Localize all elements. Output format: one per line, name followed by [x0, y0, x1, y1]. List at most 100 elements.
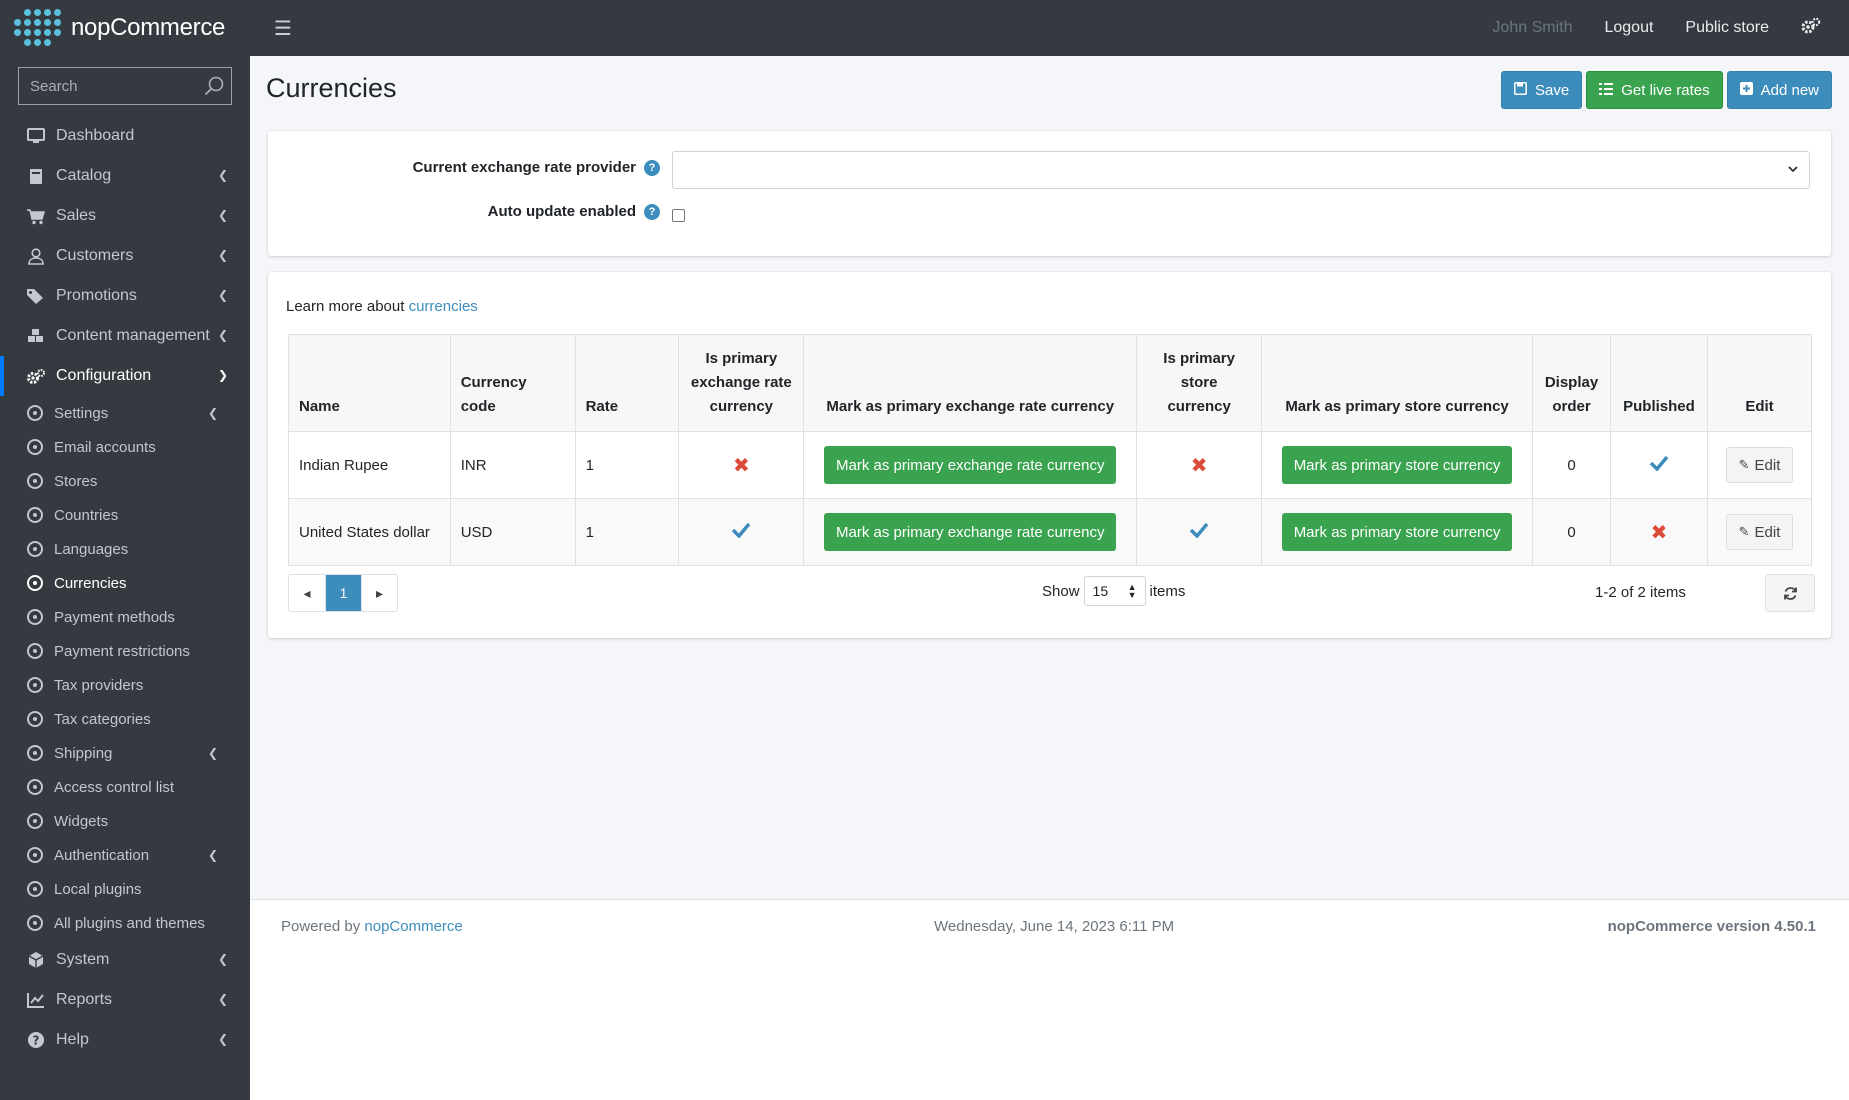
cell-currency-code: INR	[449, 431, 576, 499]
chevron-left-icon: ❮	[217, 248, 228, 262]
cross-icon: ✖	[1190, 454, 1208, 477]
circle-dot-icon	[27, 779, 43, 795]
column-header-rate[interactable]: Rate	[574, 334, 680, 432]
cross-icon: ✖	[732, 454, 750, 477]
logout-link[interactable]: Logout	[1604, 19, 1653, 37]
column-header-name[interactable]: Name	[288, 334, 451, 432]
chevron-left-icon: ❮	[217, 168, 228, 182]
sidebar-item-configuration[interactable]: Configuration ❯	[0, 356, 250, 396]
auto-update-checkbox[interactable]	[672, 209, 685, 222]
column-header-display-order[interactable]: Display order	[1532, 334, 1611, 432]
cell-mark-store: Mark as primary store currency	[1261, 431, 1534, 499]
currencies-help-link[interactable]: currencies	[409, 298, 478, 315]
cell-display-order: 0	[1532, 498, 1611, 566]
sidebar-toggle-icon[interactable]: ☰	[274, 16, 292, 41]
sidebar-item-help[interactable]: ? Help ❮	[0, 1020, 250, 1060]
sidebar-item-catalog[interactable]: Catalog ❮	[0, 156, 250, 196]
edit-button[interactable]: ✎ Edit	[1725, 514, 1794, 550]
mark-primary-store-button[interactable]: Mark as primary store currency	[1281, 513, 1513, 551]
sidebar-subitem-all-plugins-and-themes[interactable]: All plugins and themes	[0, 906, 250, 940]
current-user-name[interactable]: John Smith	[1492, 19, 1572, 37]
sidebar-subitem-languages[interactable]: Languages	[0, 532, 250, 566]
footer: Powered by nopCommerce Wednesday, June 1…	[250, 899, 1849, 956]
cell-published	[1610, 431, 1708, 499]
mark-primary-exchange-button[interactable]: Mark as primary exchange rate currency	[824, 513, 1117, 551]
circle-dot-icon	[27, 507, 43, 523]
sidebar-item-label: Content management	[56, 327, 210, 344]
sidebar-subitem-email-accounts[interactable]: Email accounts	[0, 430, 250, 464]
sidebar-subitem-access-control-list[interactable]: Access control list	[0, 770, 250, 804]
sidebar-subitem-countries[interactable]: Countries	[0, 498, 250, 532]
cell-is-primary-store	[1136, 498, 1263, 566]
chevron-left-icon: ❮	[217, 952, 228, 966]
sidebar-subitem-currencies[interactable]: Currencies	[0, 566, 250, 600]
footer-powered-text: Powered by	[281, 918, 361, 935]
sidebar-item-system[interactable]: System ❮	[0, 940, 250, 980]
exchange-rate-provider-select[interactable]	[672, 151, 1810, 189]
public-store-link[interactable]: Public store	[1685, 19, 1769, 37]
prev-page-icon[interactable]: ◂	[289, 575, 325, 611]
page-size-select[interactable]: 15 ▲ ▼	[1083, 576, 1146, 606]
sidebar-subitem-label: Languages	[54, 540, 129, 558]
next-page-icon[interactable]: ▸	[361, 575, 397, 611]
sidebar-item-dashboard[interactable]: Dashboard	[0, 116, 250, 156]
cell-published: ✖	[1610, 498, 1708, 566]
refresh-icon	[1783, 586, 1797, 600]
search-icon[interactable]	[203, 75, 225, 97]
sidebar-subitem-shipping[interactable]: Shipping ❮	[0, 736, 250, 770]
sidebar-subitem-payment-methods[interactable]: Payment methods	[0, 600, 250, 634]
column-header-currency-code[interactable]: Currency code	[449, 334, 576, 432]
cell-name: United States dollar	[288, 498, 451, 566]
column-header-published[interactable]: Published	[1610, 334, 1708, 432]
cross-icon: ✖	[1650, 521, 1668, 544]
column-header-is-primary-store[interactable]: Is primary store currency	[1136, 334, 1263, 432]
chevron-left-icon: ❮	[217, 1032, 228, 1046]
footer-nopcommerce-link[interactable]: nopCommerce	[364, 918, 462, 935]
get-live-rates-button[interactable]: Get live rates	[1586, 71, 1723, 109]
sidebar-item-customers[interactable]: Customers ❮	[0, 236, 250, 276]
mark-primary-exchange-button[interactable]: Mark as primary exchange rate currency	[824, 446, 1117, 484]
list-icon	[1599, 82, 1614, 98]
help-icon[interactable]: ?	[644, 159, 660, 176]
logo[interactable]: nopCommerce	[0, 0, 250, 56]
sidebar-search-input[interactable]	[30, 77, 200, 95]
sidebar-subitem-tax-categories[interactable]: Tax categories	[0, 702, 250, 736]
sidebar-subitem-label: Widgets	[54, 812, 109, 830]
column-header-mark-exchange: Mark as primary exchange rate currency	[803, 334, 1138, 432]
chevron-left-icon: ❮	[217, 288, 228, 302]
sidebar-item-sales[interactable]: Sales ❮	[0, 196, 250, 236]
sidebar-item-content-management[interactable]: Content management ❮	[0, 316, 250, 356]
circle-dot-icon	[27, 575, 43, 591]
currencies-grid-card: Learn more about currencies Name Currenc…	[268, 272, 1831, 638]
help-icon[interactable]: ?	[644, 203, 660, 220]
sidebar-subitem-stores[interactable]: Stores	[0, 464, 250, 498]
sidebar-subitem-tax-providers[interactable]: Tax providers	[0, 668, 250, 702]
circle-dot-icon	[27, 813, 43, 829]
cart-icon	[26, 206, 46, 226]
gears-icon[interactable]	[1801, 17, 1821, 40]
page-number-current[interactable]: 1	[325, 575, 361, 611]
book-icon	[26, 166, 46, 186]
sidebar-item-reports[interactable]: Reports ❮	[0, 980, 250, 1020]
sidebar-subitem-authentication[interactable]: Authentication ❮	[0, 838, 250, 872]
sidebar-item-label: Reports	[56, 991, 113, 1008]
cell-name: Indian Rupee	[288, 431, 451, 499]
save-button[interactable]: Save	[1501, 71, 1583, 109]
pencil-icon: ✎	[1738, 457, 1750, 472]
sidebar-subitem-widgets[interactable]: Widgets	[0, 804, 250, 838]
circle-dot-icon	[27, 609, 43, 625]
refresh-button[interactable]	[1765, 574, 1815, 612]
sidebar-subitem-settings[interactable]: Settings ❮	[0, 396, 250, 430]
edit-button[interactable]: ✎ Edit	[1725, 447, 1794, 483]
add-new-button[interactable]: Add new	[1726, 71, 1832, 109]
column-header-is-primary-exchange[interactable]: Is primary exchange rate currency	[678, 334, 805, 432]
sidebar-item-promotions[interactable]: Promotions ❮	[0, 276, 250, 316]
get-live-rates-label: Get live rates	[1621, 81, 1710, 99]
mark-primary-store-button[interactable]: Mark as primary store currency	[1281, 446, 1513, 484]
sidebar-subitem-local-plugins[interactable]: Local plugins	[0, 872, 250, 906]
sidebar-search[interactable]	[18, 67, 232, 105]
sidebar-subitem-label: Settings	[54, 404, 109, 422]
sidebar-subitem-label: Tax categories	[54, 710, 151, 728]
sidebar-subitem-payment-restrictions[interactable]: Payment restrictions	[0, 634, 250, 668]
plus-square-icon	[1739, 82, 1753, 98]
